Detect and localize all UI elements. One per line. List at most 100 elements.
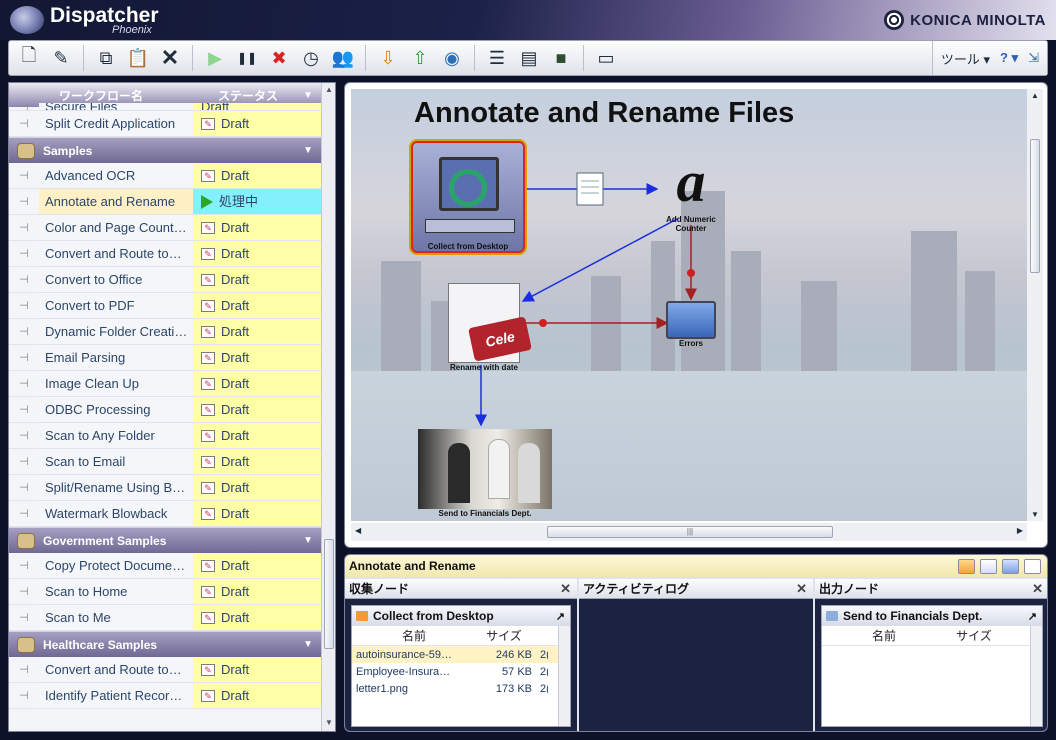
workflow-row[interactable]: ⊣ Secure Files Draft <box>9 103 321 111</box>
node-send-to-financials[interactable]: Send to Financials Dept. <box>415 429 555 518</box>
workflow-row[interactable]: ⊣ Scan to Home ✎ Draft <box>9 579 321 605</box>
paste-icon[interactable]: 📋 <box>124 44 152 72</box>
workflow-row[interactable]: ⊣ Annotate and Rename 処理中 <box>9 189 321 215</box>
column-name[interactable]: 名前 <box>822 627 946 644</box>
pin-icon[interactable]: ⊣ <box>9 169 39 182</box>
scroll-down-icon[interactable]: ▼ <box>325 718 333 727</box>
pin-icon[interactable]: ⊣ <box>9 481 39 494</box>
node-collect-from-desktop[interactable]: Collect from Desktop <box>409 139 531 255</box>
export-icon[interactable]: ⇧ <box>406 44 434 72</box>
column-status-header[interactable]: ステータス <box>193 87 303 104</box>
monitor-icon[interactable]: ■ <box>547 44 575 72</box>
node-add-numeric-counter[interactable]: a Add Numeric Counter <box>651 149 731 233</box>
pin-icon[interactable]: ⊣ <box>9 689 39 702</box>
pin-icon[interactable]: ⊣ <box>9 663 39 676</box>
column-name[interactable]: 名前 <box>352 627 476 644</box>
schedule-icon[interactable]: ◷ <box>297 44 325 72</box>
workflow-row[interactable]: ⊣ Copy Protect Docume… ✎ Draft <box>9 553 321 579</box>
scroll-thumb[interactable] <box>324 539 334 649</box>
pin-icon[interactable]: ⊣ <box>9 559 39 572</box>
list-scrollbar[interactable]: ▲ ▼ <box>321 83 335 731</box>
workflow-group[interactable]: Healthcare Samples ▼ <box>9 631 321 657</box>
pin-icon[interactable]: ⊣ <box>9 429 39 442</box>
workflow-row[interactable]: ⊣ Split Credit Application ✎ Draft <box>9 111 321 137</box>
chevron-down-icon[interactable]: ▼ <box>303 145 313 156</box>
stop-icon[interactable]: ✖ <box>265 44 293 72</box>
scroll-up-icon[interactable]: ▲ <box>325 85 333 94</box>
workflow-row[interactable]: ⊣ Identify Patient Recor… ✎ Draft <box>9 683 321 709</box>
workflow-row[interactable]: ⊣ Convert and Route to… ✎ Draft <box>9 241 321 267</box>
pin-icon[interactable]: ⊣ <box>9 117 39 130</box>
pin-icon[interactable]: ⊣ <box>9 403 39 416</box>
pin-icon[interactable]: ⊣ <box>9 195 39 208</box>
column-name-header[interactable]: ワークフロー名 <box>9 87 193 104</box>
workflow-row[interactable]: ⊣ Dynamic Folder Creati… ✎ Draft <box>9 319 321 345</box>
expand-icon[interactable]: ↗ <box>556 610 565 623</box>
workflow-row[interactable]: ⊣ Watermark Blowback ✎ Draft <box>9 501 321 527</box>
workflow-row[interactable]: ⊣ Color and Page Count… ✎ Draft <box>9 215 321 241</box>
pin-icon[interactable]: ⊣ <box>9 611 39 624</box>
chevron-down-icon[interactable]: ▼ <box>303 535 313 546</box>
scroll-up-icon[interactable]: ▲ <box>1031 91 1039 100</box>
workflow-row[interactable]: ⊣ Convert to Office ✎ Draft <box>9 267 321 293</box>
pin-icon[interactable]: ⊣ <box>9 299 39 312</box>
edit-icon[interactable]: ✎ <box>47 44 75 72</box>
file-row[interactable]: Employee-Insura… 57 KB 2( <box>352 663 570 680</box>
card-scrollbar[interactable] <box>558 626 570 726</box>
workflow-row[interactable]: ⊣ Scan to Email ✎ Draft <box>9 449 321 475</box>
workflow-group[interactable]: Samples ▼ <box>9 137 321 163</box>
pin-icon[interactable]: ⊣ <box>9 325 39 338</box>
canvas-horizontal-scrollbar[interactable]: ◀ ||| ▶ <box>351 523 1027 541</box>
tools-menu[interactable]: ツール ▾ <box>941 49 990 68</box>
list-view-icon[interactable]: ☰ <box>483 44 511 72</box>
collapse-icon[interactable]: ⇲ <box>1028 50 1039 66</box>
run-icon[interactable]: ▶ <box>201 44 229 72</box>
popout-icon[interactable] <box>1024 558 1041 574</box>
delete-icon[interactable]: ✕ <box>156 44 184 72</box>
import-icon[interactable]: ⇩ <box>374 44 402 72</box>
pin-icon[interactable]: ⊣ <box>9 247 39 260</box>
workflow-row[interactable]: ⊣ Convert to PDF ✎ Draft <box>9 293 321 319</box>
open-folder-icon[interactable] <box>958 558 975 574</box>
pin-icon[interactable]: ⊣ <box>9 351 39 364</box>
workflow-row[interactable]: ⊣ Email Parsing ✎ Draft <box>9 345 321 371</box>
workflow-row[interactable]: ⊣ Scan to Any Folder ✎ Draft <box>9 423 321 449</box>
split-view-icon[interactable]: ▤ <box>515 44 543 72</box>
help-menu[interactable]: ? ▾ <box>1000 50 1018 66</box>
chevron-down-icon[interactable]: ▼ <box>303 90 313 101</box>
scroll-thumb[interactable] <box>1030 139 1040 273</box>
workflow-row[interactable]: ⊣ Scan to Me ✎ Draft <box>9 605 321 631</box>
workflow-group[interactable]: Government Samples ▼ <box>9 527 321 553</box>
pin-icon[interactable]: ⊣ <box>9 507 39 520</box>
canvas-area[interactable]: Annotate and Rename Files Collect from D… <box>351 89 1027 521</box>
workflow-row[interactable]: ⊣ Advanced OCR ✎ Draft <box>9 163 321 189</box>
pin-icon[interactable]: ⊣ <box>9 221 39 234</box>
card-scrollbar[interactable] <box>1030 626 1042 726</box>
properties-icon[interactable] <box>980 558 997 574</box>
file-row[interactable]: letter1.png 173 KB 2( <box>352 680 570 697</box>
copy-icon[interactable]: ⧉ <box>92 44 120 72</box>
column-size[interactable]: サイズ <box>476 627 532 644</box>
node-errors[interactable]: Errors <box>661 301 721 348</box>
pin-icon[interactable]: ⊣ <box>9 377 39 390</box>
folder-icon[interactable] <box>1002 558 1019 574</box>
workflow-row[interactable]: ⊣ Image Clean Up ✎ Draft <box>9 371 321 397</box>
pin-icon[interactable]: ⊣ <box>9 455 39 468</box>
canvas-vertical-scrollbar[interactable]: ▲ ▼ <box>1027 89 1043 521</box>
file-row[interactable]: autoinsurance-59… 246 KB 2( <box>352 646 570 663</box>
publish-icon[interactable]: ◉ <box>438 44 466 72</box>
workflow-row[interactable]: ⊣ Split/Rename Using B… ✎ Draft <box>9 475 321 501</box>
pin-icon[interactable]: ⊣ <box>9 585 39 598</box>
node-rename-with-date[interactable]: Cele Rename with date <box>439 283 532 372</box>
workflow-row[interactable]: ⊣ ODBC Processing ✎ Draft <box>9 397 321 423</box>
scroll-right-icon[interactable]: ▶ <box>1017 526 1023 535</box>
chevron-down-icon[interactable]: ▼ <box>303 639 313 650</box>
pin-icon[interactable]: ⊣ <box>9 103 39 110</box>
screen-icon[interactable]: ▭ <box>592 44 620 72</box>
expand-icon[interactable]: ↗ <box>1028 610 1037 623</box>
close-icon[interactable]: ✕ <box>796 581 807 597</box>
column-size[interactable]: サイズ <box>946 627 1002 644</box>
scroll-left-icon[interactable]: ◀ <box>355 526 361 535</box>
pin-icon[interactable]: ⊣ <box>9 273 39 286</box>
pause-icon[interactable]: ❚❚ <box>233 44 261 72</box>
